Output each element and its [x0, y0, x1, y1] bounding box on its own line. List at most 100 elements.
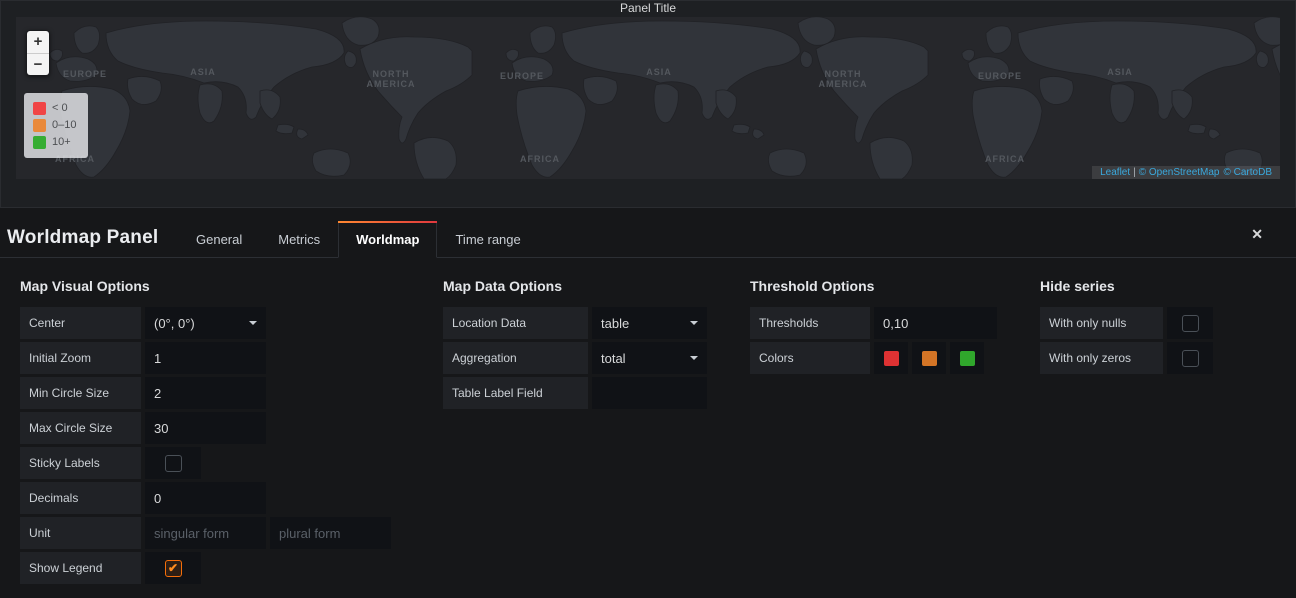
chevron-down-icon	[249, 321, 257, 325]
initial-zoom-input[interactable]	[145, 342, 266, 374]
legend-label: 0–10	[52, 119, 77, 131]
location-data-select[interactable]: table	[592, 307, 707, 339]
panel-title[interactable]: Panel Title	[1, 1, 1295, 17]
grafana-worldmap-editor: Panel Title EUROPE ASIA NORTH AMERICA AF…	[0, 0, 1296, 598]
decimals-input[interactable]	[145, 482, 266, 514]
cartodb-link[interactable]: © CartoDB	[1224, 167, 1273, 178]
world-map-svg	[16, 17, 1280, 179]
close-icon[interactable]: ✕	[1251, 226, 1263, 243]
form-row-unit: Unit	[20, 517, 395, 549]
form-row-aggregation: Aggregation total	[443, 342, 711, 374]
form-row-initial-zoom: Initial Zoom	[20, 342, 395, 374]
legend-label: 10+	[52, 136, 71, 148]
form-row-colors: Colors	[750, 342, 1001, 374]
legend-entry: 10+	[33, 135, 79, 150]
unit-singular-input[interactable]	[145, 517, 266, 549]
thresholds-label: Thresholds	[750, 307, 870, 339]
zoom-out-button[interactable]: −	[27, 53, 49, 75]
max-circle-size-input[interactable]	[145, 412, 266, 444]
thresholds-input[interactable]	[874, 307, 997, 339]
options-section-map-data-options: Map Data Options Location Data table Aggreg…	[443, 278, 711, 412]
threshold-color-swatch-0[interactable]	[883, 350, 899, 366]
with-only-zeros-checkbox-cell	[1167, 342, 1213, 374]
section-heading-map-visual-options: Map Visual Options	[20, 278, 150, 294]
map-panel: Panel Title EUROPE ASIA NORTH AMERICA AF…	[0, 0, 1296, 208]
show-legend-checkbox-cell: ✔	[145, 552, 201, 584]
map-attribution: Leaflet | © OpenStreetMap © CartoDB	[1092, 166, 1280, 179]
max-circle-size-label: Max Circle Size	[20, 412, 141, 444]
options-section-map-visual-options: Map Visual Options Center (0°, 0°) Initial …	[20, 278, 395, 587]
min-circle-size-input[interactable]	[145, 377, 266, 409]
map-zoom-control: + −	[26, 30, 50, 76]
worldmap[interactable]: EUROPE ASIA NORTH AMERICA AFRICA EUROPE ASIA A…	[16, 17, 1280, 179]
map-legend: < 0 0–10 10+	[24, 93, 88, 158]
tab-time-range[interactable]: Time range	[437, 221, 538, 258]
min-circle-size-label: Min Circle Size	[20, 377, 141, 409]
threshold-color-swatch-1[interactable]	[921, 350, 937, 366]
editor-title: Worldmap Panel	[7, 227, 159, 248]
threshold-color-cell-2	[950, 342, 984, 374]
form-row-show-legend: Show Legend ✔	[20, 552, 395, 584]
with-only-nulls-label: With only nulls	[1040, 307, 1163, 339]
options-section-hide-series: Hide series With only nulls With only zero…	[1040, 278, 1217, 377]
form-row-with-only-nulls: With only nulls	[1040, 307, 1217, 339]
editor-tabs: General Metrics Worldmap Time range	[178, 221, 539, 258]
section-heading-hide-series: Hide series	[1040, 278, 1115, 294]
show-legend-checkbox[interactable]: ✔	[164, 559, 182, 577]
section-heading-threshold-options: Threshold Options	[750, 278, 875, 294]
attribution-divider: |	[1133, 167, 1136, 178]
unit-label: Unit	[20, 517, 141, 549]
aggregation-label: Aggregation	[443, 342, 588, 374]
openstreetmap-link[interactable]: © OpenStreetMap	[1139, 167, 1220, 178]
with-only-nulls-checkbox[interactable]	[1181, 314, 1199, 332]
editor-header: Worldmap Panel General Metrics Worldmap Tim…	[0, 210, 1296, 258]
selected-value: (0°, 0°)	[154, 315, 195, 331]
threshold-color-cell-0	[874, 342, 908, 374]
table-label-field-label: Table Label Field	[443, 377, 588, 409]
table-label-field-input[interactable]	[592, 377, 707, 409]
decimals-label: Decimals	[20, 482, 141, 514]
legend-swatch	[33, 119, 46, 132]
location-data-label: Location Data	[443, 307, 588, 339]
chevron-down-icon	[690, 321, 698, 325]
legend-entry: < 0	[33, 101, 79, 116]
threshold-color-cell-1	[912, 342, 946, 374]
sticky-labels-label: Sticky Labels	[20, 447, 141, 479]
form-row-location-data: Location Data table	[443, 307, 711, 339]
sticky-labels-checkbox-cell	[145, 447, 201, 479]
with-only-nulls-checkbox-cell	[1167, 307, 1213, 339]
form-row-thresholds: Thresholds	[750, 307, 1001, 339]
form-row-sticky-labels: Sticky Labels	[20, 447, 395, 479]
colors-label: Colors	[750, 342, 870, 374]
legend-swatch	[33, 102, 46, 115]
form-row-decimals: Decimals	[20, 482, 395, 514]
options-section-threshold-options: Threshold Options ThresholdsColors	[750, 278, 1001, 377]
form-row-table-label-field: Table Label Field	[443, 377, 711, 409]
form-row-center: Center (0°, 0°)	[20, 307, 395, 339]
leaflet-link[interactable]: Leaflet	[1100, 167, 1130, 178]
initial-zoom-label: Initial Zoom	[20, 342, 141, 374]
show-legend-label: Show Legend	[20, 552, 141, 584]
sticky-labels-checkbox[interactable]	[164, 454, 182, 472]
panel-editor: Worldmap Panel General Metrics Worldmap Tim…	[0, 210, 1296, 598]
form-row-min-circle-size: Min Circle Size	[20, 377, 395, 409]
aggregation-select[interactable]: total	[592, 342, 707, 374]
selected-value: total	[601, 350, 626, 366]
center-select[interactable]: (0°, 0°)	[145, 307, 266, 339]
chevron-down-icon	[690, 356, 698, 360]
form-row-with-only-zeros: With only zeros	[1040, 342, 1217, 374]
section-heading-map-data-options: Map Data Options	[443, 278, 563, 294]
zoom-in-button[interactable]: +	[27, 31, 49, 53]
legend-entry: 0–10	[33, 118, 79, 133]
with-only-zeros-checkbox[interactable]	[1181, 349, 1199, 367]
legend-label: < 0	[52, 102, 68, 114]
tab-general[interactable]: General	[178, 221, 260, 258]
unit-plural-input[interactable]	[270, 517, 391, 549]
tab-worldmap[interactable]: Worldmap	[338, 221, 438, 258]
threshold-color-swatch-2[interactable]	[959, 350, 975, 366]
tab-metrics[interactable]: Metrics	[260, 221, 338, 258]
selected-value: table	[601, 315, 630, 331]
form-row-max-circle-size: Max Circle Size	[20, 412, 395, 444]
editor-body: Map Visual Options Center (0°, 0°) Initial …	[0, 258, 1296, 598]
with-only-zeros-label: With only zeros	[1040, 342, 1163, 374]
